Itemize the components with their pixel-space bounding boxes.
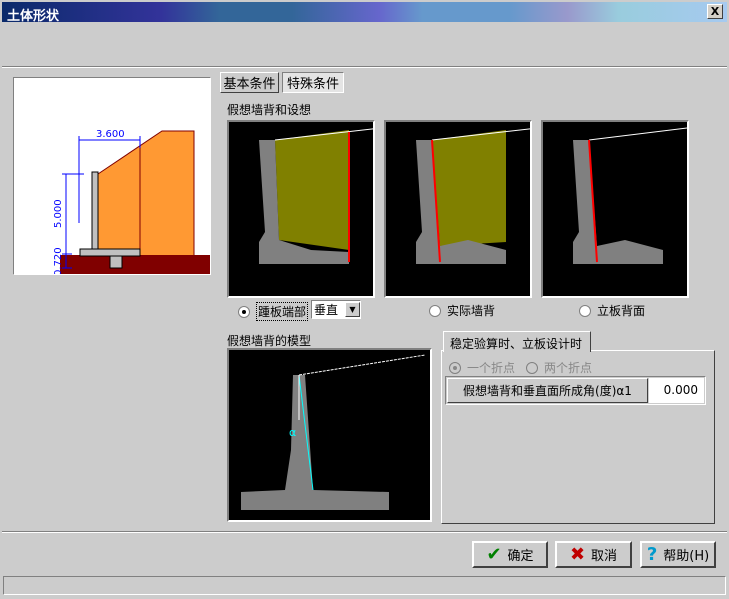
radio-label: 立板背面 bbox=[597, 304, 646, 318]
cancel-button[interactable]: ✖ 取消 bbox=[555, 541, 632, 568]
radio-stem-back[interactable]: 立板背面 bbox=[579, 302, 645, 319]
ok-label: 确定 bbox=[507, 549, 534, 564]
x-icon: ✖ bbox=[569, 544, 586, 565]
direction-dropdown[interactable]: 垂直 ▼ bbox=[311, 300, 361, 319]
radio-one-bend: 一个折点 bbox=[449, 359, 515, 376]
radio-actual-back[interactable]: 实际墙背 bbox=[429, 302, 495, 319]
section-assumed-wall-back-title: 假想墙背和设想 bbox=[227, 103, 312, 117]
angle-label-button[interactable]: 假想墙背和垂直面所成角(度)α1 bbox=[447, 378, 648, 403]
help-button[interactable]: ? 帮助(H) bbox=[640, 541, 716, 568]
retaining-wall-preview: 3.600 5.000 0.720 bbox=[53, 129, 210, 276]
alpha-label: α bbox=[289, 426, 296, 439]
radio-label: 实际墙背 bbox=[447, 304, 496, 318]
window-title: 土体形状 bbox=[7, 9, 60, 24]
preview-box: 3.600 5.000 0.720 bbox=[13, 77, 211, 276]
radio-label: 一个折点 bbox=[467, 361, 516, 375]
checkmark-icon: ✔ bbox=[486, 544, 502, 565]
tab-stability-check[interactable]: 稳定验算时、立板设计时 bbox=[443, 331, 591, 352]
radio-label: 踵板端部 bbox=[256, 302, 309, 321]
toolbar-separator bbox=[2, 66, 727, 68]
footer-separator bbox=[2, 531, 727, 533]
tab-special-conditions[interactable]: 特殊条件 bbox=[282, 72, 344, 93]
status-bar bbox=[3, 576, 726, 595]
close-button[interactable]: X bbox=[707, 4, 723, 19]
dim-width-label: 3.600 bbox=[96, 129, 125, 140]
option-actual-back-diagram[interactable] bbox=[384, 120, 539, 298]
radio-label: 两个折点 bbox=[544, 361, 593, 375]
model-diagram: α bbox=[227, 348, 432, 522]
dropdown-value: 垂直 bbox=[314, 303, 339, 317]
question-icon: ? bbox=[646, 544, 658, 565]
radio-dot[interactable] bbox=[579, 304, 591, 317]
radio-dot[interactable] bbox=[238, 305, 250, 318]
cancel-label: 取消 bbox=[591, 549, 618, 564]
dim-height-label: 5.000 bbox=[53, 199, 64, 228]
ok-button[interactable]: ✔ 确定 bbox=[472, 541, 548, 568]
tab-basic-conditions[interactable]: 基本条件 bbox=[220, 72, 279, 93]
title-bar: 土体形状 X bbox=[2, 2, 727, 24]
chevron-down-icon[interactable]: ▼ bbox=[345, 302, 360, 317]
radio-two-bends: 两个折点 bbox=[526, 359, 592, 376]
help-label: 帮助(H) bbox=[663, 549, 710, 564]
section-model-title: 假想墙背的模型 bbox=[227, 334, 312, 348]
dim-base-label: 0.720 bbox=[53, 247, 64, 274]
radio-dot bbox=[449, 361, 461, 374]
radio-dot bbox=[526, 361, 538, 374]
angle-input[interactable]: 0.000 bbox=[649, 378, 704, 403]
radio-heel-end[interactable]: 踵板端部 bbox=[238, 302, 309, 321]
option-stem-back-diagram[interactable] bbox=[541, 120, 689, 298]
radio-dot[interactable] bbox=[429, 304, 441, 317]
option-heel-end-diagram[interactable] bbox=[227, 120, 382, 298]
